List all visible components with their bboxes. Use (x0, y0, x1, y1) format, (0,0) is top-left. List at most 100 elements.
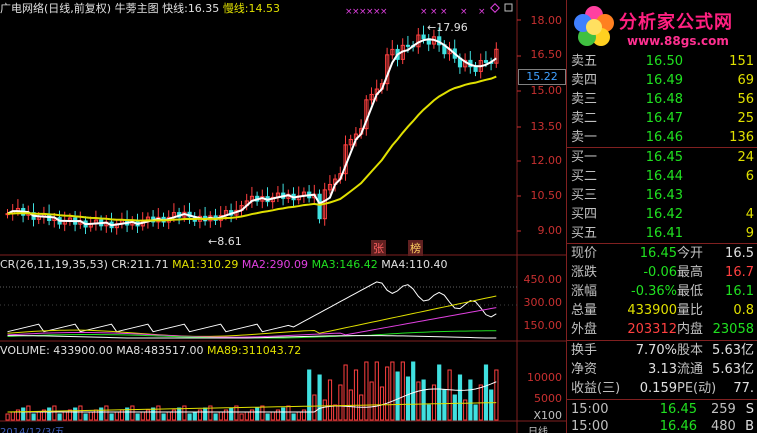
signal-marker: × (440, 7, 448, 17)
ask-price: 16.46 (645, 130, 683, 145)
quote-row[interactable]: 外盘 203312 内盘 23058 (571, 320, 757, 339)
bid-row[interactable]: 买四 16.42 4 (571, 205, 757, 224)
logo-url: www.88gs.com (627, 34, 729, 48)
volume-bar (88, 411, 93, 421)
volume-bar (62, 411, 67, 421)
stat-value: 0.159 (639, 381, 677, 396)
ask-row[interactable]: 卖五 16.50 151 (571, 52, 757, 71)
stat-label: PE(动) (677, 381, 717, 396)
quote-value: -0.36% (631, 284, 677, 299)
ask-volume: 151 (729, 54, 754, 69)
candle-body (483, 60, 489, 63)
volume-header: VOLUME: 433900.00 MA8:483517.00 MA89:311… (0, 344, 301, 358)
volume-bar (177, 407, 182, 421)
volume-bar (421, 379, 426, 421)
axis-label: 15.00 (530, 84, 563, 97)
ask-price: 16.50 (645, 54, 683, 69)
quote-value: 16.5 (725, 246, 754, 261)
volume-bar (109, 413, 114, 421)
tick-time: 15:00 (571, 419, 609, 433)
chart-canvas[interactable]: × × × × × × × × × × × (0, 0, 566, 433)
volume-bar (333, 404, 338, 421)
axis-label: 10.50 (530, 189, 563, 202)
volume-bar (452, 394, 457, 421)
volume-value: 433900.00 (53, 344, 113, 357)
quote-label: 今开 (677, 246, 704, 261)
bang-tag: 榜 (408, 240, 423, 256)
ask-row[interactable]: 卖二 16.47 25 (571, 109, 757, 128)
ask-row[interactable]: 卖三 16.48 56 (571, 90, 757, 109)
bid-volume: 4 (745, 207, 754, 222)
stat-row[interactable]: 净资 3.13 流通 5.63亿 (571, 360, 757, 379)
volume-bar (31, 413, 36, 421)
volume-bar (395, 371, 400, 421)
volume-bar (296, 411, 301, 421)
axis-label: 12.00 (530, 154, 563, 167)
bid-label: 买四 (571, 207, 598, 222)
volume-bar (281, 407, 286, 421)
quote-row[interactable]: 现价 16.45 今开 16.5 (571, 244, 757, 263)
bid-label: 买三 (571, 188, 598, 203)
ma8-label: MA8: (116, 344, 145, 357)
volume-bar (10, 411, 15, 421)
stat-label: 股本 (677, 343, 704, 358)
bid-price: 16.44 (645, 169, 683, 184)
volume-bar (489, 389, 494, 421)
volume-bar (239, 413, 244, 421)
volume-bar (270, 411, 275, 421)
quote-row[interactable]: 涨跌 -0.06 最高 16.7 (571, 263, 757, 282)
volume-bar (400, 361, 405, 421)
ask-row[interactable]: 卖四 16.49 69 (571, 71, 757, 90)
site-logo: 分析家公式网 www.88gs.com (567, 0, 757, 55)
diamond-icon (490, 3, 500, 13)
volume-bar (73, 407, 78, 421)
stat-row[interactable]: 换手 7.70% 股本 5.63亿 (571, 341, 757, 360)
quote-label: 涨幅 (571, 284, 598, 299)
volume-bar (21, 407, 26, 421)
stat-label: 流通 (677, 362, 704, 377)
volume-bar (161, 413, 166, 421)
ma2-label: MA2: (241, 258, 270, 271)
ma2-value: 290.09 (269, 258, 309, 271)
quote-label: 涨跌 (571, 265, 598, 280)
candle-body (317, 193, 322, 220)
stock-title: 广电网络(日线,前复权) (0, 2, 112, 15)
quote-row[interactable]: 涨幅 -0.36% 最低 16.1 (571, 282, 757, 301)
volume-bar (130, 405, 135, 421)
axis-label: 13.50 (530, 120, 563, 133)
cr-params: CR(26,11,19,35,53) (0, 258, 108, 271)
stat-value: 5.63亿 (712, 362, 754, 377)
ask-volume: 69 (737, 73, 754, 88)
volume-bar (265, 413, 270, 421)
signal-marker: × (478, 7, 486, 17)
quote-value: 203312 (627, 322, 677, 337)
volume-bar (416, 381, 421, 421)
signal-marker: × (460, 7, 468, 17)
bid-row[interactable]: 买五 16.41 9 (571, 224, 757, 243)
main-chart-header: 广电网络(日线,前复权) 牛蒡主图 快线:16.35 慢线:14.53 (0, 2, 280, 16)
window-icon (504, 3, 513, 12)
slow-line-label: 慢线: (222, 2, 249, 15)
axis-label: 16.50 (530, 48, 563, 61)
bid-label: 买二 (571, 169, 598, 184)
axis-label: 450.00 (523, 273, 563, 286)
ma4-value: 110.40 (409, 258, 448, 271)
bid-row[interactable]: 买三 16.43 (571, 186, 757, 205)
candle-body (421, 34, 426, 40)
ask-row[interactable]: 卖一 16.46 136 (571, 128, 757, 147)
ma4-label: MA4: (381, 258, 410, 271)
quote-panel: 分析家公式网 www.88gs.com 卖五 16.50 151 卖四 16.49 69 卖… (566, 0, 757, 433)
quote-value: 16.45 (639, 246, 677, 261)
stat-row[interactable]: 收益(三) 0.159 PE(动) 77. (571, 379, 757, 398)
volume-bar (26, 405, 31, 421)
cr-label: CR: (111, 258, 131, 271)
bid-row[interactable]: 买一 16.45 24 (571, 148, 757, 167)
current-price-tag: 15.22 (518, 69, 566, 85)
volume-bar (322, 399, 327, 421)
quote-label: 总量 (571, 303, 598, 318)
bid-row[interactable]: 买二 16.44 6 (571, 167, 757, 186)
volume-bar (317, 374, 322, 421)
tick-row[interactable]: 15:00 16.46 480 B (571, 417, 757, 433)
quote-row[interactable]: 总量 433900 量比 0.8 (571, 301, 757, 320)
volume-bar (213, 413, 218, 421)
